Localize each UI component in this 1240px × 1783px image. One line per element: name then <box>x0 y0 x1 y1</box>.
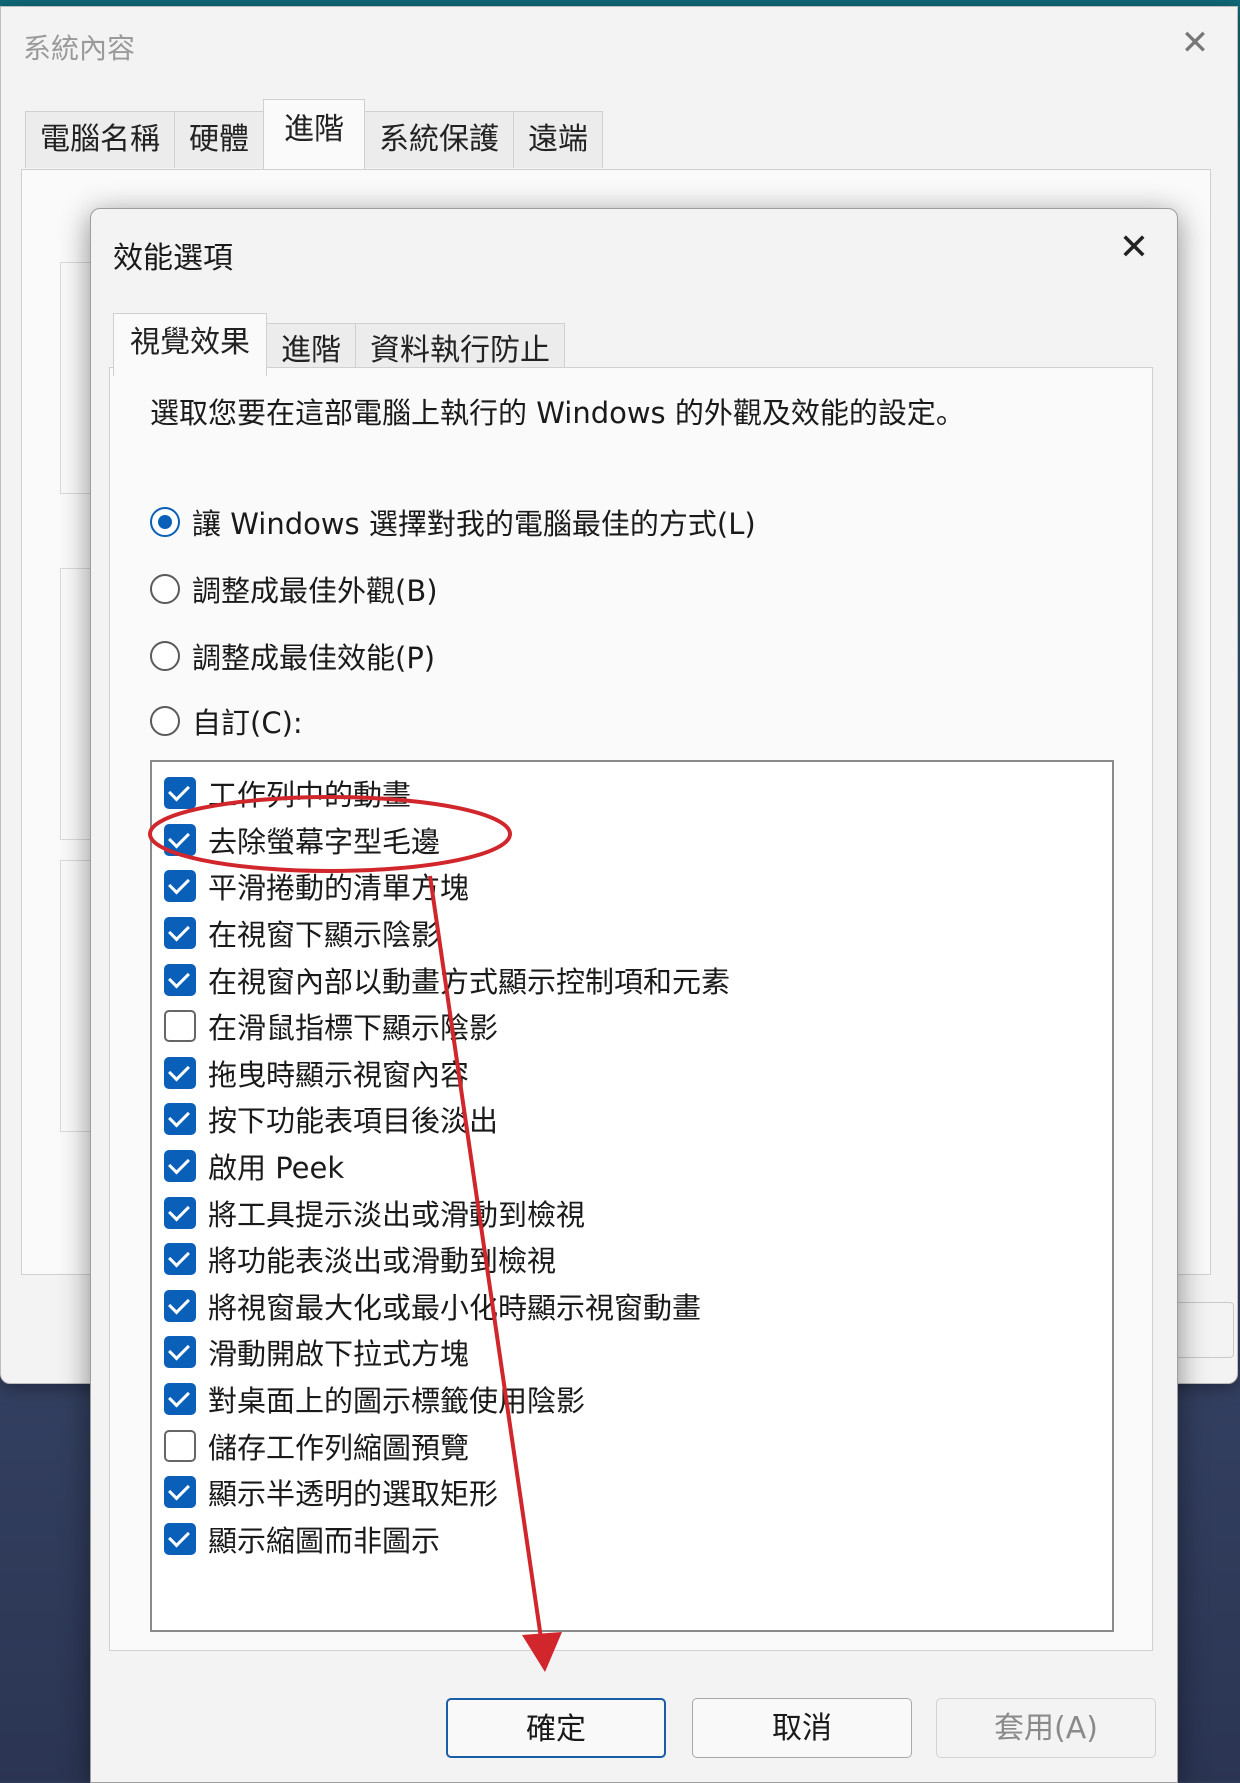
checkbox-item[interactable]: 滑動開啟下拉式方塊 <box>164 1329 1112 1376</box>
checkbox-item[interactable]: 對桌面上的圖示標籤使用陰影 <box>164 1376 1112 1423</box>
checkbox-checked[interactable] <box>164 1522 196 1555</box>
radio-button[interactable] <box>150 641 180 671</box>
radio-label: 自訂(C): <box>192 706 303 740</box>
checkbox-item[interactable]: 將功能表淡出或滑動到檢視 <box>164 1236 1112 1283</box>
tab-visual-effects[interactable]: 視覺效果 <box>113 313 267 376</box>
checkbox-label: 去除螢幕字型毛邊 <box>208 824 441 859</box>
checkbox-checked[interactable] <box>164 963 196 996</box>
checkbox-label: 滑動開啟下拉式方塊 <box>208 1337 470 1372</box>
apply-button[interactable]: 套用(A) <box>936 1698 1156 1758</box>
checkbox-item[interactable]: 在滑鼠指標下顯示陰影 <box>164 1003 1112 1050</box>
checkbox-item[interactable]: 顯示半透明的選取矩形 <box>164 1469 1112 1516</box>
checkbox-item[interactable]: 將工具提示淡出或滑動到檢視 <box>164 1189 1112 1236</box>
tab-computer-name[interactable]: 電腦名稱 <box>25 111 175 168</box>
checkbox-checked[interactable] <box>164 777 196 810</box>
checkbox-checked[interactable] <box>164 870 196 903</box>
checkbox-label: 對桌面上的圖示標籤使用陰影 <box>208 1384 586 1419</box>
checkbox-checked[interactable] <box>164 1103 196 1136</box>
radio-label: 調整成最佳外觀(B) <box>192 574 438 608</box>
checkbox-item[interactable]: 在視窗內部以動畫方式顯示控制項和元素 <box>164 956 1112 1003</box>
tab-system-protection[interactable]: 系統保護 <box>364 111 514 168</box>
checkbox-item[interactable]: 工作列中的動畫 <box>164 770 1112 817</box>
checkbox-checked[interactable] <box>164 1336 196 1369</box>
radio-best-performance[interactable]: 調整成最佳效能(P) <box>150 636 435 676</box>
visual-effects-description: 選取您要在這部電腦上執行的 Windows 的外觀及效能的設定。 <box>150 396 965 430</box>
checkbox-item[interactable]: 去除螢幕字型毛邊 <box>164 817 1112 864</box>
checkbox-label: 將視窗最大化或最小化時顯示視窗動畫 <box>208 1290 702 1325</box>
radio-best-appearance[interactable]: 調整成最佳外觀(B) <box>150 569 438 609</box>
checkbox-label: 拖曳時顯示視窗內容 <box>208 1057 470 1092</box>
checkbox-label: 儲存工作列縮圖預覽 <box>208 1430 470 1465</box>
checkbox-label: 在滑鼠指標下顯示陰影 <box>208 1011 499 1046</box>
checkbox-checked[interactable] <box>164 917 196 950</box>
checkbox-label: 將工具提示淡出或滑動到檢視 <box>208 1197 586 1232</box>
radio-button[interactable] <box>150 574 180 604</box>
tab-advanced[interactable]: 進階 <box>263 99 365 170</box>
close-icon[interactable]: ✕ <box>1175 23 1215 63</box>
checkbox-item[interactable]: 啟用 Peek <box>164 1143 1112 1190</box>
ok-button[interactable]: 確定 <box>446 1698 666 1758</box>
tab-remote[interactable]: 遠端 <box>513 111 603 168</box>
close-icon[interactable]: ✕ <box>1111 225 1157 271</box>
radio-button[interactable] <box>150 507 180 537</box>
checkbox-checked[interactable] <box>164 1243 196 1276</box>
checkbox-label: 在視窗下顯示陰影 <box>208 918 441 953</box>
checkbox-label: 顯示縮圖而非圖示 <box>208 1523 441 1558</box>
system-properties-tabs: 電腦名稱 硬體 進階 系統保護 遠端 <box>25 99 603 170</box>
checkbox-checked[interactable] <box>164 823 196 856</box>
checkbox-checked[interactable] <box>164 1383 196 1416</box>
radio-let-windows-choose[interactable]: 讓 Windows 選擇對我的電腦最佳的方式(L) <box>150 502 756 542</box>
checkbox-label: 平滑捲動的清單方塊 <box>208 871 470 906</box>
checkbox-checked[interactable] <box>164 1196 196 1229</box>
radio-button[interactable] <box>150 706 180 736</box>
checkbox-item[interactable]: 在視窗下顯示陰影 <box>164 910 1112 957</box>
checkbox-label: 將功能表淡出或滑動到檢視 <box>208 1244 557 1279</box>
checkbox-item[interactable]: 平滑捲動的清單方塊 <box>164 863 1112 910</box>
radio-custom[interactable]: 自訂(C): <box>150 701 303 741</box>
tab-hardware[interactable]: 硬體 <box>174 111 264 168</box>
checkbox-unchecked[interactable] <box>164 1010 196 1043</box>
visual-effects-list-items: 工作列中的動畫 去除螢幕字型毛邊 平滑捲動的清單方塊 在視窗下顯示陰影在視窗內部以動畫… <box>164 770 1112 1562</box>
checkbox-label: 顯示半透明的選取矩形 <box>208 1477 499 1512</box>
checkbox-checked[interactable] <box>164 1476 196 1509</box>
checkbox-checked[interactable] <box>164 1150 196 1183</box>
checkbox-label: 按下功能表項目後淡出 <box>208 1104 499 1139</box>
window-title: 系統內容 <box>23 32 136 65</box>
cancel-button[interactable]: 取消 <box>692 1698 912 1758</box>
checkbox-label: 工作列中的動畫 <box>208 778 412 813</box>
checkbox-item[interactable]: 顯示縮圖而非圖示 <box>164 1516 1112 1563</box>
checkbox-checked[interactable] <box>164 1289 196 1322</box>
checkbox-item[interactable]: 拖曳時顯示視窗內容 <box>164 1050 1112 1097</box>
checkbox-unchecked[interactable] <box>164 1429 196 1462</box>
performance-options-tabs: 視覺效果 進階 資料執行防止 <box>113 313 565 376</box>
radio-label: 調整成最佳效能(P) <box>192 641 436 675</box>
checkbox-item[interactable]: 儲存工作列縮圖預覽 <box>164 1422 1112 1469</box>
checkbox-item[interactable]: 按下功能表項目後淡出 <box>164 1096 1112 1143</box>
checkbox-label: 在視窗內部以動畫方式顯示控制項和元素 <box>208 964 731 999</box>
radio-label: 讓 Windows 選擇對我的電腦最佳的方式(L) <box>192 507 756 541</box>
checkbox-label: 啟用 Peek <box>208 1151 345 1186</box>
dialog-title: 效能選項 <box>113 241 233 276</box>
checkbox-item[interactable]: 將視窗最大化或最小化時顯示視窗動畫 <box>164 1283 1112 1330</box>
checkbox-checked[interactable] <box>164 1056 196 1089</box>
visual-effects-list[interactable]: 工作列中的動畫 去除螢幕字型毛邊 平滑捲動的清單方塊 在視窗下顯示陰影在視窗內部以動畫… <box>150 760 1114 1632</box>
